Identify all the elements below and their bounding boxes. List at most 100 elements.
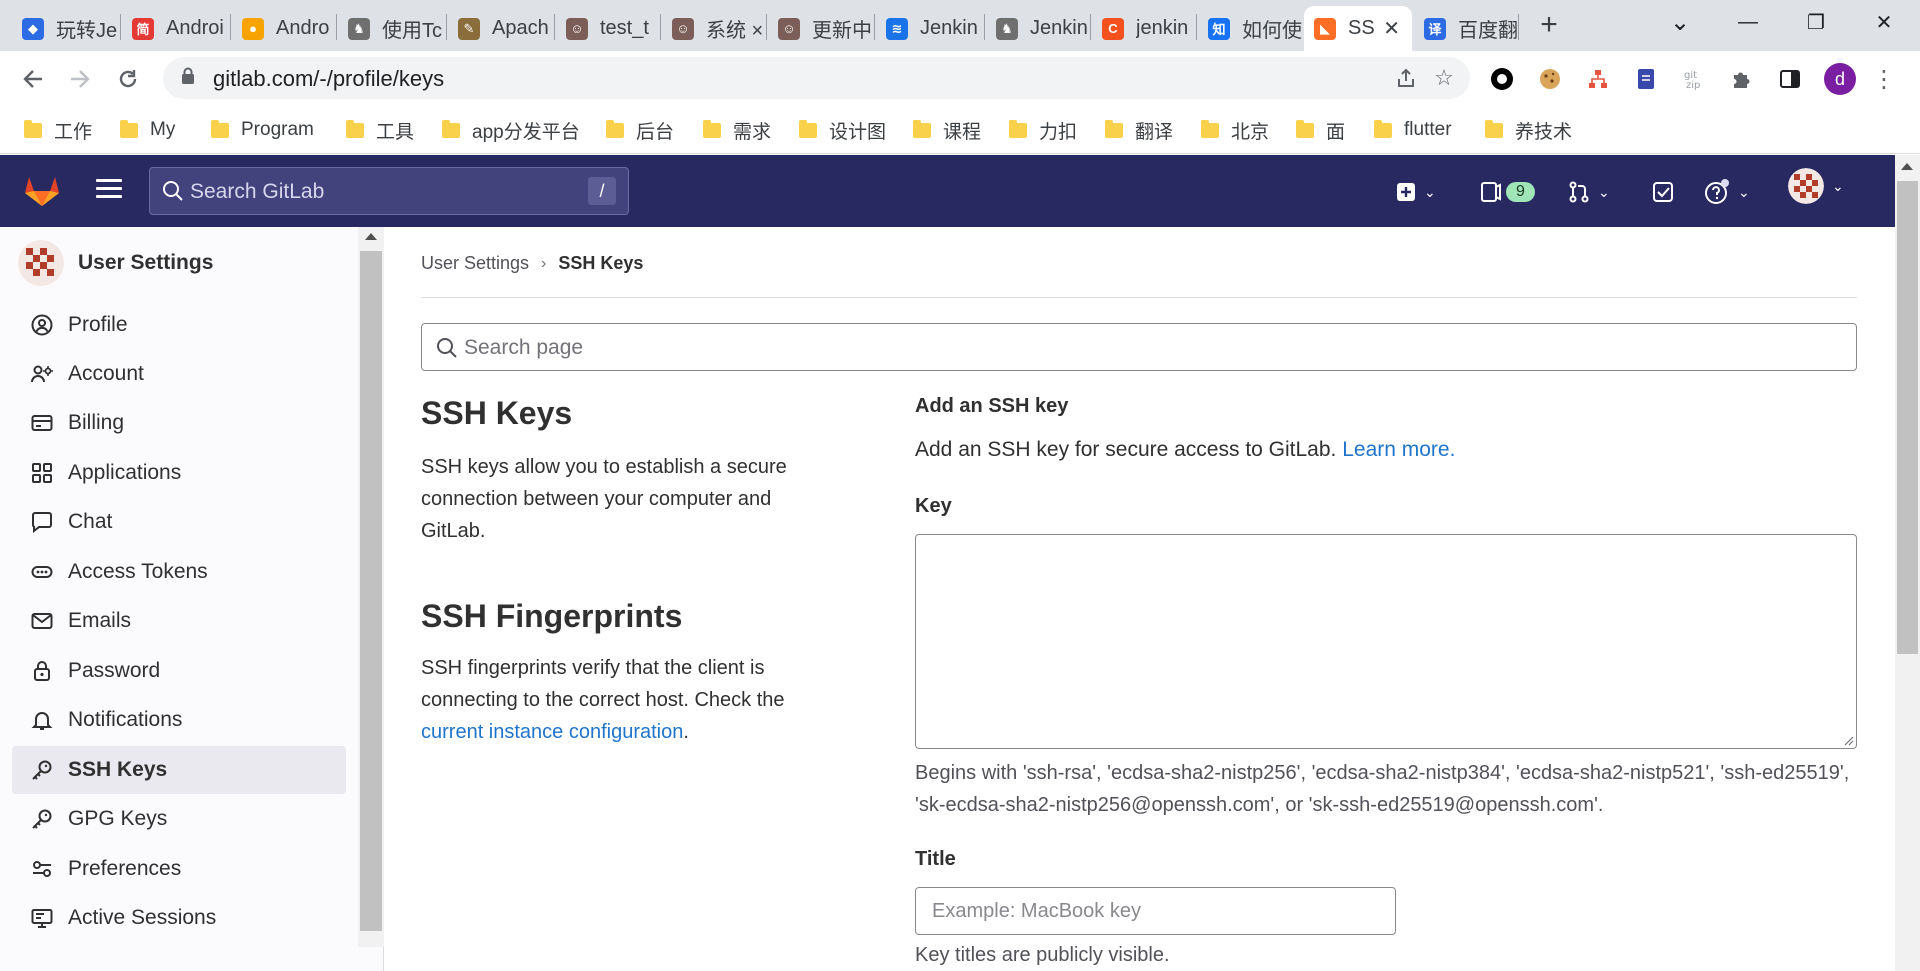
page-scrollbar[interactable] [1895, 155, 1920, 971]
tab-close-icon[interactable]: ✕ [1383, 16, 1400, 41]
tab-favicon-icon: 译 [1424, 17, 1446, 40]
sidebar-item-access-tokens[interactable]: Access Tokens [12, 548, 346, 596]
sidebar-item-applications[interactable]: Applications [12, 449, 346, 497]
sidebar-scrollbar-thumb[interactable] [360, 251, 382, 931]
bookmark-folder[interactable]: 设计图 [799, 116, 886, 144]
browser-tab[interactable]: ≋ Jenkin [876, 6, 984, 51]
page-search-input[interactable]: Search page [421, 323, 1857, 371]
bookmark-folder[interactable]: 翻译 [1105, 116, 1173, 144]
hamburger-menu-icon[interactable] [96, 179, 122, 201]
instance-configuration-link[interactable]: current instance configuration [421, 721, 683, 743]
reload-icon[interactable] [108, 59, 148, 99]
share-icon[interactable] [1393, 65, 1419, 91]
browser-tab[interactable]: 译 百度翻 [1414, 6, 1518, 51]
folder-icon [1374, 119, 1392, 138]
bookmark-folder[interactable]: 北京 [1201, 116, 1269, 144]
folder-icon [703, 119, 721, 138]
breadcrumb-user-settings[interactable]: User Settings [421, 253, 529, 274]
gitlab-logo-icon[interactable] [22, 169, 62, 209]
chat-icon [30, 510, 54, 534]
tab-search-dropdown-icon[interactable]: ⌄ [1652, 0, 1708, 44]
restore-icon[interactable]: ❐ [1788, 0, 1844, 44]
sidebar-item-gpg-keys[interactable]: GPG Keys [12, 795, 346, 843]
browser-tab[interactable]: ● Andro [232, 6, 336, 51]
sidebar-item-active-sessions[interactable]: Active Sessions [12, 894, 346, 942]
browser-tab[interactable]: C jenkin [1092, 6, 1196, 51]
bookmark-folder[interactable]: 工作 [24, 116, 92, 144]
tab-separator [120, 14, 121, 40]
sidebar-scrollbar[interactable] [358, 227, 384, 947]
page-scrollbar-thumb[interactable] [1897, 181, 1918, 654]
bookmark-folder[interactable]: app分发平台 [442, 116, 580, 144]
sidebar-item-billing[interactable]: Billing [12, 399, 346, 447]
bookmark-folder[interactable]: 后台 [606, 116, 674, 144]
monitor-icon [30, 906, 54, 930]
gitlab-search-input[interactable]: Search GitLab / [149, 167, 629, 215]
close-window-icon[interactable]: ✕ [1856, 0, 1912, 44]
extension-circle-icon[interactable] [1488, 65, 1516, 93]
sidebar-item-emails[interactable]: Emails [12, 597, 346, 645]
new-tab-button[interactable]: + [1529, 8, 1569, 42]
browser-tab[interactable]: ♞ 使用Tc [338, 6, 446, 51]
bookmark-folder[interactable]: 工具 [346, 116, 414, 144]
sitemap-extension-icon[interactable] [1584, 65, 1612, 93]
address-bar[interactable]: gitlab.com/-/profile/keys ☆ [163, 57, 1470, 99]
browser-tab[interactable]: 简 Androi [122, 6, 230, 51]
browser-profile-avatar[interactable]: d [1824, 63, 1856, 95]
breadcrumb-current: SSH Keys [558, 253, 644, 273]
browser-tab[interactable]: ☺ 系统 × [662, 6, 766, 51]
merge-requests-dropdown[interactable]: ⌄ [1568, 179, 1610, 205]
key-format-help: Begins with 'ssh-rsa', 'ecdsa-sha2-nistp… [915, 762, 1850, 816]
extensions-puzzle-icon[interactable] [1728, 65, 1756, 93]
browser-tab-active[interactable]: ◣ SS ✕ [1304, 6, 1412, 51]
url-text[interactable]: gitlab.com/-/profile/keys [213, 66, 444, 92]
minimize-icon[interactable]: — [1720, 0, 1776, 44]
sidebar-item-profile[interactable]: Profile [12, 301, 346, 349]
browser-tab[interactable]: ☺ test_t [556, 6, 660, 51]
gitlab-extension-icon[interactable]: git zip [1680, 65, 1708, 93]
key-textarea[interactable] [915, 534, 1857, 749]
create-new-dropdown[interactable]: ⌄ [1396, 179, 1436, 205]
sidebar-item-ssh-keys[interactable]: SSH Keys [12, 746, 346, 794]
browser-tab[interactable]: ✎ Apach [448, 6, 554, 51]
back-icon[interactable] [13, 59, 53, 99]
cookie-extension-icon[interactable] [1536, 65, 1564, 93]
document-extension-icon[interactable] [1632, 65, 1660, 93]
title-input[interactable]: Example: MacBook key [915, 887, 1396, 935]
todos-button[interactable] [1652, 179, 1674, 205]
sidebar-item-chat[interactable]: Chat [12, 498, 346, 546]
bookmark-folder[interactable]: 力扣 [1009, 116, 1077, 144]
browser-tab[interactable]: ☺ 更新中 [768, 6, 874, 51]
tab-separator [874, 14, 875, 40]
browser-tab[interactable]: ◆ 玩转Je [12, 6, 120, 51]
merge-requests-todo-button[interactable]: 9 [1480, 179, 1535, 205]
learn-more-link[interactable]: Learn more. [1342, 438, 1455, 461]
gitlab-favicon-icon: ◣ [1314, 17, 1336, 40]
search-icon [163, 181, 183, 201]
bookmark-folder[interactable]: 面 [1296, 116, 1345, 144]
bookmark-folder[interactable]: flutter [1374, 116, 1452, 144]
sidebar-item-notifications[interactable]: Notifications [12, 696, 346, 744]
sidebar-item-preferences[interactable]: Preferences [12, 845, 346, 893]
bookmark-folder[interactable]: 课程 [913, 116, 981, 144]
resize-handle-icon[interactable] [1842, 734, 1854, 746]
bookmark-folder[interactable]: 养技术 [1485, 116, 1572, 144]
sidebar-item-account[interactable]: Account [12, 350, 346, 398]
scroll-up-arrow-icon[interactable] [365, 233, 377, 240]
merge-request-icon [1569, 181, 1589, 203]
bookmark-folder[interactable]: My [120, 116, 175, 144]
browser-menu-icon[interactable]: ⋮ [1872, 63, 1896, 95]
todo-check-icon [1653, 182, 1673, 202]
browser-tab[interactable]: ♞ Jenkin [986, 6, 1090, 51]
help-dropdown[interactable]: ⌄ [1704, 179, 1750, 205]
bookmark-folder[interactable]: 需求 [703, 116, 771, 144]
user-menu-dropdown[interactable]: ⌄ [1788, 168, 1844, 204]
forward-icon[interactable] [60, 59, 100, 99]
side-panel-icon[interactable] [1776, 65, 1804, 93]
bookmark-star-icon[interactable]: ☆ [1431, 65, 1457, 91]
tab-favicon-icon: ≋ [886, 17, 908, 40]
bookmark-folder[interactable]: Program [211, 116, 314, 144]
sidebar-item-password[interactable]: Password [12, 647, 346, 695]
scroll-up-arrow-icon[interactable] [1901, 163, 1913, 170]
browser-tab[interactable]: 知 如何使 [1198, 6, 1302, 51]
